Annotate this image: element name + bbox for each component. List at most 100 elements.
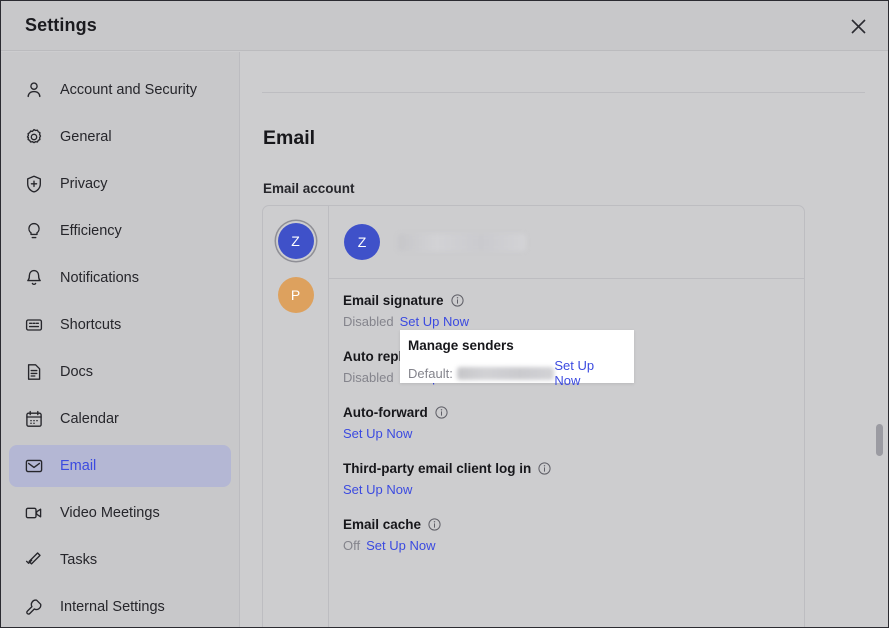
sidebar-item-general[interactable]: General (9, 116, 231, 158)
close-button[interactable] (842, 10, 874, 42)
setting-row: Auto-forward Set Up Now (343, 405, 804, 441)
setting-title: Third-party email client log in (343, 461, 532, 476)
title-bar: Settings (1, 1, 888, 51)
main-content: Email Email account ZP Z Email signature… (241, 52, 888, 627)
sidebar-item-label: Video Meetings (60, 505, 160, 521)
account-avatar-rail: ZP (263, 206, 329, 627)
setting-title-wrap: Third-party email client log in (343, 461, 804, 476)
info-icon-wrap[interactable] (428, 518, 441, 531)
sidebar-item-account-and-security[interactable]: Account and Security (9, 69, 231, 111)
account-header: Z (329, 206, 804, 279)
calendar-icon (26, 410, 42, 427)
setting-sub: Set Up Now (343, 482, 804, 497)
account-avatar[interactable]: Z (277, 223, 314, 259)
settings-window: Settings Account and Security General Priv… (0, 0, 889, 628)
envelope-icon (24, 456, 44, 476)
wrench-icon (24, 597, 44, 617)
gear-icon (26, 128, 42, 144)
manage-senders-setup-link[interactable]: Set Up Now (554, 358, 622, 388)
shield-plus-icon (24, 174, 44, 194)
setting-title-wrap: Email cache (343, 517, 804, 532)
sidebar-item-label: Shortcuts (60, 317, 122, 333)
gear-icon (24, 127, 44, 147)
setup-now-link[interactable]: Set Up Now (343, 482, 412, 497)
shield-plus-icon (27, 175, 41, 193)
document-icon (27, 364, 41, 380)
setting-sub: Disabled Set Up Now (343, 314, 804, 329)
sidebar-item-tasks[interactable]: Tasks (9, 539, 231, 581)
content-scrollbar[interactable] (876, 52, 883, 627)
manage-senders-value-redacted (456, 366, 555, 380)
sidebar-item-label: Efficiency (60, 223, 122, 239)
sidebar-item-label: General (60, 129, 112, 145)
setting-state: Disabled (343, 314, 394, 329)
sidebar-item-calendar[interactable]: Calendar (9, 398, 231, 440)
keyboard-icon (25, 319, 43, 331)
manage-senders-state: Default: (408, 365, 453, 381)
section-label: Email account (263, 181, 355, 196)
setting-title-wrap: Email signature (343, 293, 804, 308)
close-icon (850, 18, 866, 34)
sidebar-item-label: Account and Security (60, 82, 198, 98)
manage-senders-popup: Manage senders Default: Set Up Now (400, 330, 634, 388)
keyboard-icon (24, 315, 44, 335)
sidebar-item-email[interactable]: Email (9, 445, 231, 487)
sidebar-item-efficiency[interactable]: Efficiency (9, 210, 231, 252)
setting-row: Email cache Off Set Up Now (343, 517, 804, 553)
check-pencil-icon (24, 550, 44, 570)
info-icon-wrap[interactable] (538, 462, 551, 475)
sidebar-item-label: Docs (60, 364, 94, 380)
setting-title: Email cache (343, 517, 422, 532)
sidebar-item-label: Tasks (60, 552, 98, 568)
info-icon-wrap[interactable] (450, 294, 464, 307)
content-divider (262, 92, 865, 93)
setting-state: Off (343, 538, 361, 553)
setting-title-wrap: Auto-forward (343, 405, 804, 420)
sidebar-item-docs[interactable]: Docs (9, 351, 231, 393)
setup-now-link[interactable]: Set Up Now (366, 538, 435, 553)
setup-now-link[interactable]: Set Up Now (343, 426, 412, 441)
sidebar-item-shortcuts[interactable]: Shortcuts (9, 304, 231, 346)
account-email-redacted (398, 233, 526, 251)
avatar[interactable]: Z (344, 224, 380, 260)
setting-title: Auto-forward (343, 405, 428, 420)
sidebar-item-notifications[interactable]: Notifications (9, 257, 231, 299)
lightbulb-icon (24, 221, 44, 241)
info-icon-wrap[interactable] (435, 406, 448, 419)
sidebar-item-video-meetings[interactable]: Video Meetings (9, 492, 231, 534)
manage-senders-row: Default: Set Up Now (408, 358, 622, 388)
setting-row: Email signature Disabled Set Up Now (343, 293, 804, 329)
person-icon (24, 80, 44, 100)
setting-sub: Off Set Up Now (343, 538, 804, 553)
info-icon[interactable] (435, 406, 448, 419)
setting-state: Disabled (343, 370, 394, 385)
lightbulb-icon (28, 222, 40, 239)
setting-title: Email signature (343, 293, 444, 308)
info-icon[interactable] (538, 462, 551, 475)
sidebar-item-label: Internal Settings (60, 599, 165, 615)
bell-icon (27, 269, 41, 286)
account-detail-pane: Z Email signature Disabled Set Up Now Auto… (329, 206, 804, 627)
info-icon[interactable] (450, 294, 464, 307)
sidebar-item-privacy[interactable]: Privacy (9, 163, 231, 205)
scrollbar-thumb[interactable] (876, 424, 883, 456)
sidebar-item-internal-settings[interactable]: Internal Settings (9, 586, 231, 627)
email-account-card: ZP Z Email signature Disabled Set Up Now A… (262, 205, 805, 627)
account-avatar[interactable]: P (277, 277, 314, 313)
person-icon (27, 82, 41, 98)
envelope-icon (25, 459, 43, 473)
video-camera-icon (24, 503, 44, 523)
info-icon[interactable] (428, 518, 441, 531)
bell-icon (24, 268, 44, 288)
sidebar-item-label: Email (60, 458, 97, 474)
setting-sub: Set Up Now (343, 426, 804, 441)
video-camera-icon (25, 507, 42, 519)
setup-now-link[interactable]: Set Up Now (400, 314, 469, 329)
sidebar-item-label: Privacy (60, 176, 108, 192)
sidebar: Account and Security General Privacy Effici… (1, 52, 240, 627)
calendar-icon (24, 409, 44, 429)
check-pencil-icon (25, 552, 41, 565)
window-title: Settings (25, 15, 97, 35)
setting-row: Third-party email client log in Set Up N… (343, 461, 804, 497)
manage-senders-title: Manage senders (408, 338, 514, 353)
